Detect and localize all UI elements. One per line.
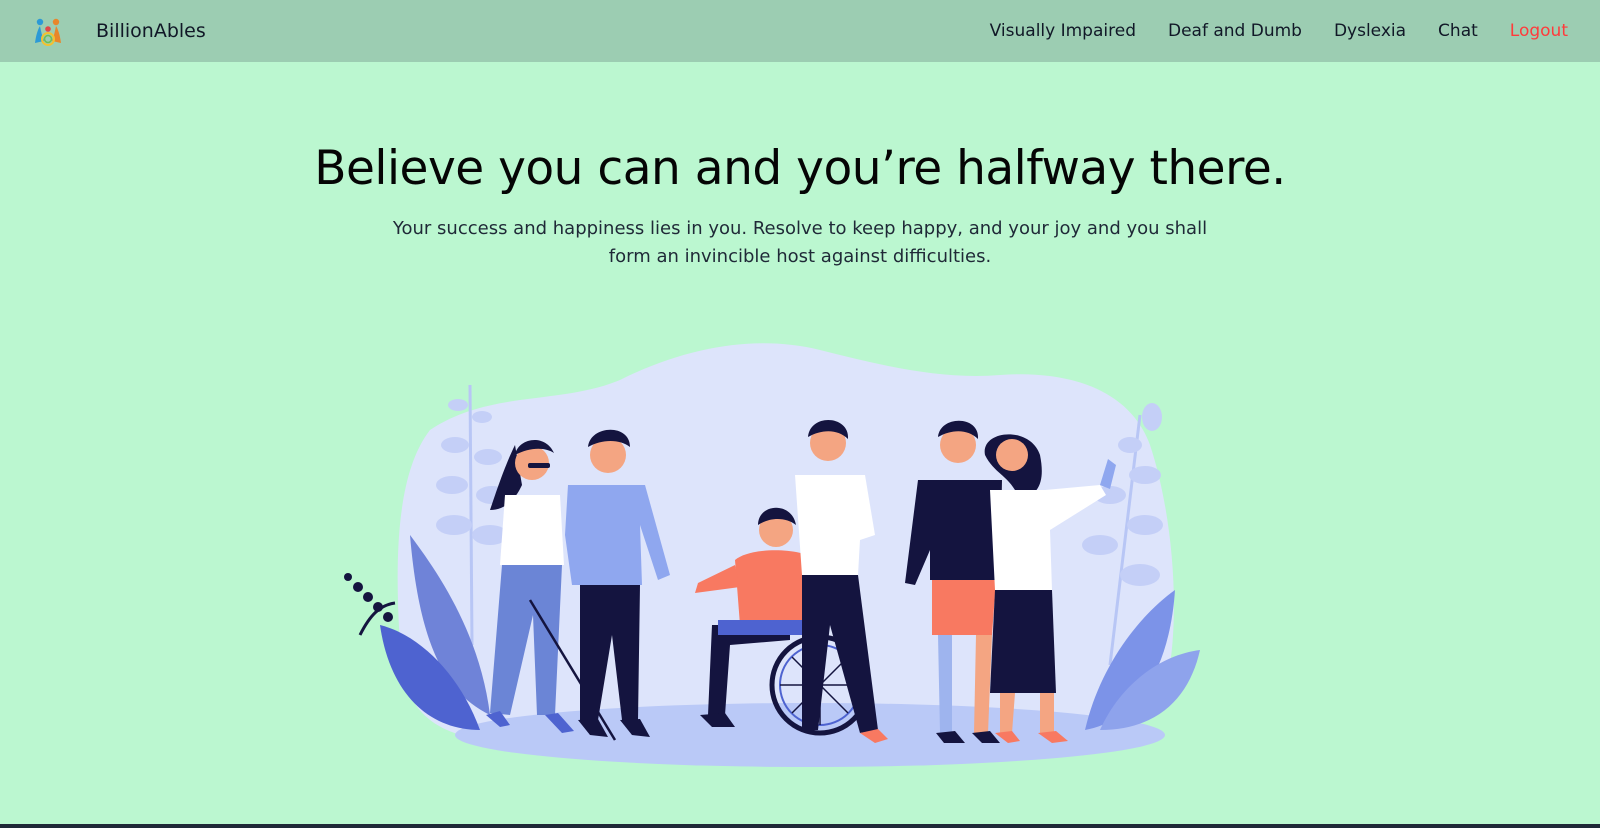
hero-subtitle: Your success and happiness lies in you. … [392, 218, 1208, 267]
top-navbar: BillionAbles Visually Impaired Deaf and … [0, 0, 1600, 62]
nav-link-dyslexia[interactable]: Dyslexia [1334, 18, 1406, 44]
hero-title: Believe you can and you’re halfway there… [314, 141, 1286, 196]
logo-icon[interactable] [30, 13, 66, 49]
nav-links: Visually Impaired Deaf and Dumb Dyslexia… [958, 18, 1568, 44]
nav-link-chat[interactable]: Chat [1438, 18, 1478, 44]
logout-link[interactable]: Logout [1510, 18, 1568, 44]
bottom-edge [0, 824, 1600, 828]
brand-name[interactable]: BillionAbles [96, 18, 206, 44]
people-with-disabilities-illustration [344, 343, 1200, 767]
nav-link-deaf-and-dumb[interactable]: Deaf and Dumb [1168, 18, 1302, 44]
nav-link-visually-impaired[interactable]: Visually Impaired [990, 18, 1136, 44]
